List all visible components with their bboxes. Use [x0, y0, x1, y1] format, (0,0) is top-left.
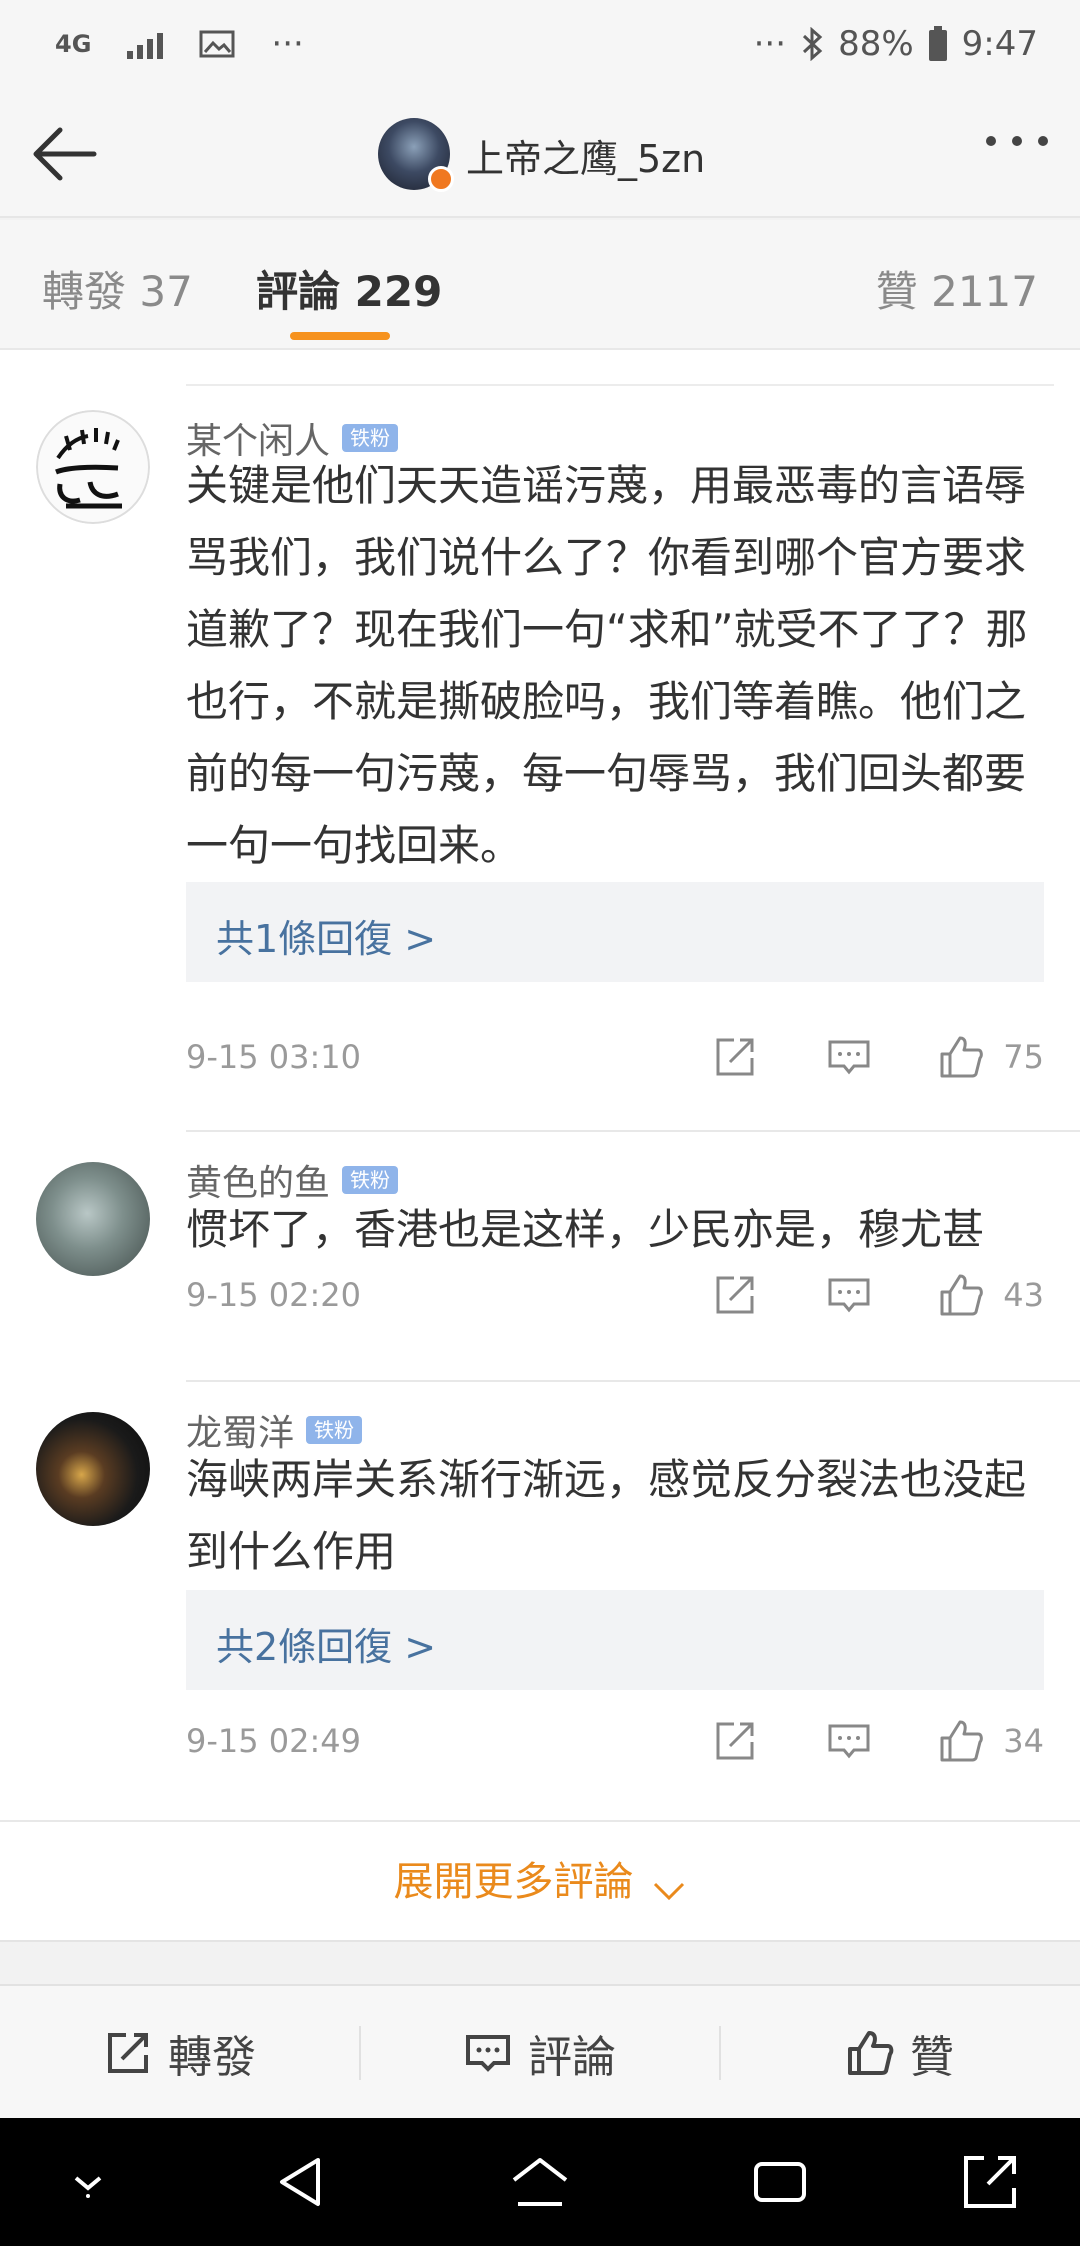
- comment-text[interactable]: 惯坏了，香港也是这样，少民亦是，穆尤甚: [186, 1194, 1046, 1266]
- more-status-icon: ···: [753, 24, 787, 64]
- comment-button[interactable]: 評論: [360, 1986, 720, 2120]
- thumbs-up-icon: [848, 2031, 894, 2075]
- username[interactable]: 上帝之鹰_5zn: [466, 128, 705, 183]
- more-options-icon[interactable]: [986, 136, 1048, 146]
- like-icon[interactable]: [938, 1718, 984, 1764]
- comment-time: 9-15 02:49: [186, 1722, 362, 1760]
- fan-badge: 铁粉: [342, 424, 399, 452]
- fan-badge: 铁粉: [306, 1416, 363, 1444]
- tab-bar: 轉發 37 評論 229 贊 2117: [0, 220, 1080, 350]
- like-label: 贊: [910, 2032, 954, 2083]
- tab-repost[interactable]: 轉發 37: [42, 258, 193, 319]
- reply-icon[interactable]: [826, 1718, 872, 1764]
- fan-badge: 铁粉: [342, 1166, 399, 1194]
- previous-comment-footer: [186, 350, 1054, 386]
- tab-comments[interactable]: 評論 229: [256, 258, 442, 319]
- comment-item: 黄色的鱼 铁粉 惯坏了，香港也是这样，少民亦是，穆尤甚 9-15 02:20 4…: [0, 1132, 1080, 1382]
- back-arrow-icon[interactable]: [28, 116, 104, 192]
- commenter-avatar[interactable]: [36, 1162, 150, 1276]
- repost-label: 轉發: [168, 2032, 256, 2083]
- comment-footer: 9-15 02:49 34: [186, 1718, 1044, 1768]
- back-triangle-icon[interactable]: [270, 2150, 334, 2214]
- battery-icon: [928, 26, 947, 61]
- chevron-down-icon: [653, 1882, 684, 1900]
- share-icon[interactable]: [712, 1272, 758, 1318]
- commenter-avatar[interactable]: [36, 410, 150, 524]
- expand-more-label: 展開更多評論: [393, 1859, 634, 1905]
- comment-text[interactable]: 关键是他们天天造谣污蔑，用最恶毒的言语辱骂我们，我们说什么了？你看到哪个官方要求…: [186, 450, 1046, 882]
- comment-time: 9-15 02:20: [186, 1276, 362, 1314]
- expand-more-comments-button[interactable]: 展開更多評論: [0, 1820, 1080, 1940]
- view-replies-button[interactable]: 共2條回復 >: [186, 1590, 1044, 1690]
- repost-icon: [108, 2033, 148, 2073]
- comment-list[interactable]: 某个闲人 铁粉 关键是他们天天造谣污蔑，用最恶毒的言语辱骂我们，我们说什么了？你…: [0, 350, 1080, 1940]
- home-icon[interactable]: [508, 2150, 572, 2214]
- comment-footer: 9-15 03:10 75: [186, 1034, 1044, 1084]
- tab-likes[interactable]: 贊 2117: [876, 258, 1038, 319]
- signal-icon: [127, 29, 164, 59]
- comment-item: 某个闲人 铁粉 关键是他们天天造谣污蔑，用最恶毒的言语辱骂我们，我们说什么了？你…: [0, 388, 1080, 1132]
- bluetooth-icon: [803, 27, 823, 61]
- action-bar: 轉發 評論 贊: [0, 1984, 1080, 2118]
- comment-item: 龙蜀洋 铁粉 海峡两岸关系渐行渐远，感觉反分裂法也没起到什么作用 共2條回復 >…: [0, 1382, 1080, 1826]
- comment-text[interactable]: 海峡两岸关系渐行渐远，感觉反分裂法也没起到什么作用: [186, 1444, 1046, 1588]
- like-count: 75: [1003, 1038, 1044, 1076]
- verified-badge-icon: [428, 166, 454, 192]
- recent-apps-icon[interactable]: [748, 2150, 812, 2214]
- comment-label: 評論: [528, 2032, 616, 2083]
- more-notifications-icon: ···: [271, 24, 304, 64]
- active-tab-indicator: [290, 332, 390, 340]
- image-icon: [199, 30, 235, 58]
- like-button[interactable]: 贊: [720, 1986, 1080, 2120]
- network-indicator: 4G: [55, 30, 92, 58]
- like-count: 43: [1003, 1276, 1044, 1314]
- reply-icon[interactable]: [826, 1272, 872, 1318]
- battery-percent: 88%: [838, 24, 914, 64]
- top-bar: 上帝之鹰_5zn: [0, 90, 1080, 218]
- view-replies-button[interactable]: 共1條回復 >: [186, 882, 1044, 982]
- comment-footer: 9-15 02:20 43: [186, 1272, 1044, 1322]
- like-count: 34: [1003, 1722, 1044, 1760]
- like-icon[interactable]: [938, 1272, 984, 1318]
- share-icon[interactable]: [712, 1718, 758, 1764]
- expand-screen-icon[interactable]: [958, 2150, 1022, 2214]
- section-gap: [0, 1940, 1080, 1984]
- chevron-down-icon[interactable]: [56, 2150, 120, 2214]
- view-replies-label: 共1條回復 >: [216, 917, 437, 961]
- status-bar: 4G ··· ··· 88% 9:47: [0, 0, 1080, 90]
- commenter-avatar[interactable]: [36, 1412, 150, 1526]
- repost-button[interactable]: 轉發: [0, 1986, 360, 2120]
- reply-icon[interactable]: [826, 1034, 872, 1080]
- like-icon[interactable]: [938, 1034, 984, 1080]
- comment-time: 9-15 03:10: [186, 1038, 362, 1076]
- share-icon[interactable]: [712, 1034, 758, 1080]
- comment-icon: [466, 2035, 510, 2072]
- view-replies-label: 共2條回復 >: [216, 1625, 437, 1669]
- system-navigation-bar: [0, 2118, 1080, 2246]
- clock: 9:47: [961, 24, 1038, 64]
